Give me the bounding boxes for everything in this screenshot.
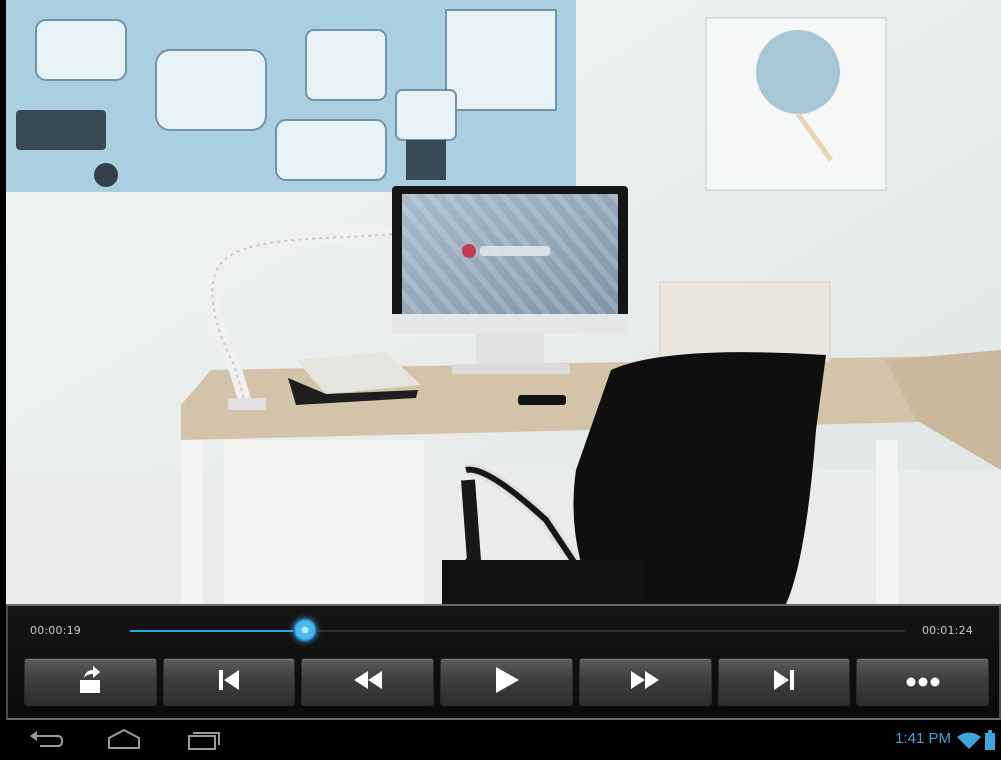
rewind-icon: [353, 669, 383, 695]
more-button[interactable]: [856, 658, 990, 706]
seek-bar-progress: [130, 630, 306, 632]
media-controller: 00:00:19 00:01:24: [6, 604, 1001, 720]
next-button[interactable]: [717, 658, 851, 706]
skip-next-icon: [773, 668, 795, 696]
more-dots-icon: [906, 673, 940, 692]
fast-forward-icon: [630, 669, 660, 695]
skip-previous-icon: [218, 668, 240, 696]
share-upload-icon: [77, 665, 103, 699]
home-icon[interactable]: [106, 728, 142, 756]
wifi-icon: [956, 732, 982, 754]
fast-forward-button[interactable]: [578, 658, 712, 706]
seek-bar[interactable]: [130, 618, 905, 642]
battery-icon: [985, 730, 995, 754]
current-time: 00:00:19: [30, 624, 82, 637]
transport-controls: [24, 658, 990, 706]
back-icon[interactable]: [28, 728, 64, 756]
recent-apps-icon[interactable]: [186, 728, 222, 756]
previous-button[interactable]: [162, 658, 296, 706]
rewind-button[interactable]: [301, 658, 435, 706]
video-frame[interactable]: [6, 0, 1001, 604]
play-button[interactable]: [440, 658, 573, 706]
total-time: 00:01:24: [921, 624, 973, 637]
share-button[interactable]: [24, 658, 157, 706]
play-icon: [494, 666, 520, 698]
seek-thumb[interactable]: [293, 618, 318, 642]
status-clock: 1:41 PM: [895, 730, 951, 747]
system-navigation-bar: 1:41 PM: [0, 720, 1001, 760]
